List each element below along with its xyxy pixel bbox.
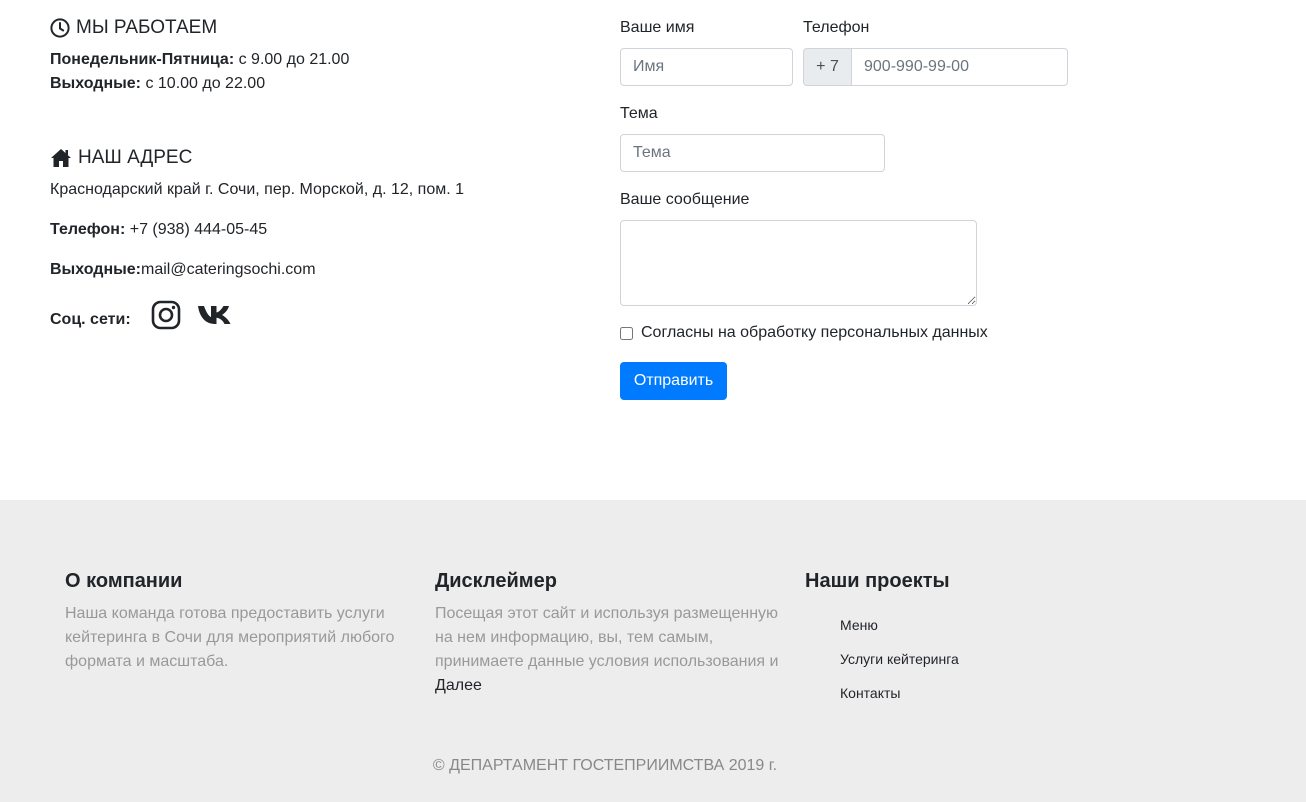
email-value[interactable]: mail@cateringsochi.com: [141, 261, 316, 278]
hours-title: МЫ РАБОТАЕМ: [76, 17, 218, 38]
message-label: Ваше сообщение: [620, 191, 750, 208]
weekdays-value: с 9.00 до 21.00: [234, 51, 350, 68]
phone-prefix: + 7: [803, 48, 852, 86]
address-heading: НАШ АДРЕС: [50, 146, 192, 170]
name-input[interactable]: [620, 48, 793, 86]
project-link-menu[interactable]: Меню: [840, 608, 1105, 642]
subject-input[interactable]: [620, 134, 885, 172]
address-title: НАШ АДРЕС: [78, 147, 193, 168]
weekend-hours: Выходные: с 10.00 до 22.00: [50, 72, 265, 96]
disclaimer-more-link[interactable]: Далее: [435, 677, 482, 694]
weekdays-hours: Понедельник-Пятница: с 9.00 до 21.00: [50, 48, 349, 72]
projects-title: Наши проекты: [805, 570, 950, 592]
home-icon: [51, 149, 71, 167]
phone-line: Телефон: +7 (938) 444-05-45: [50, 218, 267, 242]
social-label: Соц. сети:: [50, 311, 131, 328]
subject-label: Тема: [620, 105, 658, 122]
copyright: © ДЕПАРТАМЕНТ ГОСТЕПРИИМСТВА 2019 г.: [432, 757, 778, 774]
footer-projects: Наши проекты Меню Услуги кейтеринга Конт…: [805, 570, 1105, 710]
submit-button[interactable]: Отправить: [620, 362, 727, 400]
project-link-contacts[interactable]: Контакты: [840, 676, 1105, 710]
vk-icon[interactable]: [197, 304, 233, 326]
email-line: Выходные:mail@cateringsochi.com: [50, 258, 316, 282]
phone-field-label: Телефон: [803, 19, 870, 36]
consent-checkbox[interactable]: [620, 326, 633, 340]
phone-label: Телефон:: [50, 221, 126, 238]
instagram-icon[interactable]: [151, 300, 181, 330]
phone-input[interactable]: [851, 48, 1068, 86]
weekdays-label: Понедельник-Пятница:: [50, 51, 235, 68]
disclaimer-text: Посещая этот сайт и используя размещенну…: [435, 605, 779, 670]
name-label: Ваше имя: [620, 19, 695, 36]
clock-icon: [50, 18, 70, 38]
footer-disclaimer: Дисклеймер Посещая этот сайт и используя…: [435, 570, 780, 698]
message-textarea[interactable]: [620, 220, 977, 306]
hours-heading: МЫ РАБОТАЕМ: [50, 16, 217, 40]
projects-list: Меню Услуги кейтеринга Контакты: [805, 608, 1105, 710]
about-title: О компании: [65, 570, 183, 592]
project-link-catering[interactable]: Услуги кейтеринга: [840, 642, 1105, 676]
email-label: Выходные:: [50, 261, 141, 278]
footer-about: О компании Наша команда готова предостав…: [65, 570, 405, 674]
phone-value: +7 (938) 444-05-45: [125, 221, 268, 238]
about-text: Наша команда готова предоставить услуги …: [65, 605, 395, 670]
disclaimer-title: Дисклеймер: [435, 570, 557, 592]
weekend-value: с 10.00 до 22.00: [141, 75, 266, 92]
consent-row: Согласны на обработку персональных данны…: [620, 324, 988, 342]
address-line: Краснодарский край г. Сочи, пер. Морской…: [50, 181, 464, 198]
consent-label[interactable]: Согласны на обработку персональных данны…: [641, 324, 988, 342]
weekend-label: Выходные:: [50, 75, 141, 92]
social-links: Соц. сети:: [50, 298, 249, 332]
footer: О компании Наша команда готова предостав…: [0, 500, 1306, 802]
